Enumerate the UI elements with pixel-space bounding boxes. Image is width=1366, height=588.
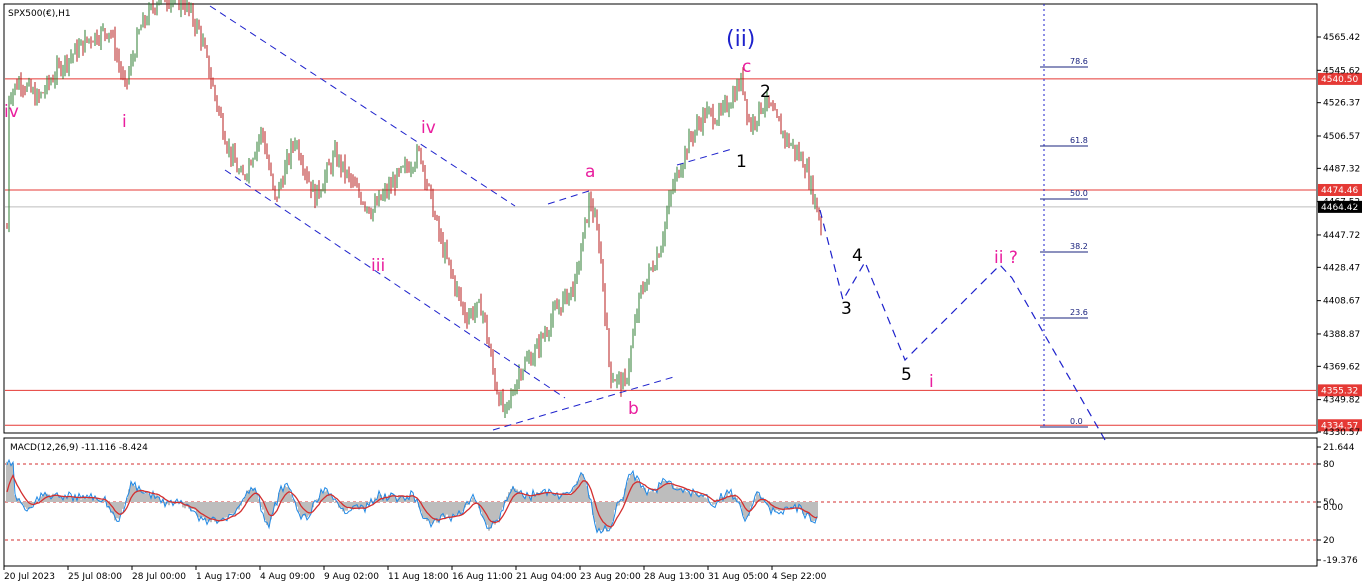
time-axis: 20 Jul 2023 25 Jul 08:00 28 Jul 00:00 1 Aug… (3, 566, 827, 582)
macd-y-tick-label: 20 (1323, 536, 1335, 546)
chart-title: SPX500(€),H1 (8, 9, 71, 19)
wave-label: ii ? (994, 248, 1018, 268)
price-pane-frame (3, 3, 1318, 434)
x-tick-label: 16 Aug 11:00 (452, 572, 513, 582)
y-tick-label: 4330.57 (1323, 428, 1360, 438)
macd-y-tick-label: 21.644 (1323, 443, 1355, 453)
y-tick-label: 4487.32 (1323, 164, 1360, 174)
wave-label: c (742, 57, 751, 77)
price-tag-label: 4474.46 (1321, 186, 1358, 196)
fib-level-label: 23.6 (1070, 308, 1088, 317)
fib-level-label: 0.0 (1070, 417, 1083, 426)
x-tick-label: 4 Sep 22:00 (772, 572, 827, 582)
fib-level-label: 50.0 (1070, 189, 1088, 198)
wave-label: 2 (760, 82, 771, 102)
y-tick-label: 4428.47 (1323, 263, 1360, 273)
macd-y-tick-label: -19.376 (1323, 556, 1358, 566)
x-tick-label: 20 Jul 2023 (4, 572, 55, 582)
x-tick-label: 23 Aug 20:00 (580, 572, 641, 582)
wave-label: iv (421, 118, 436, 138)
y-tick-label: 4388.87 (1323, 330, 1360, 340)
price-tag-label: 4540.50 (1321, 75, 1358, 85)
x-tick-label: 25 Jul 08:00 (68, 572, 122, 582)
y-tick-label: 4369.62 (1323, 362, 1360, 372)
wave-label: (ii) (726, 27, 755, 52)
x-tick-label: 9 Aug 02:00 (324, 572, 379, 582)
x-tick-label: 31 Aug 05:00 (708, 572, 769, 582)
macd-y-tick-label: 80 (1323, 460, 1335, 470)
macd-title: MACD(12,26,9) -11.116 -8.424 (10, 443, 148, 453)
wave-label: i (929, 372, 934, 392)
y-tick-label: 4447.72 (1323, 231, 1360, 241)
wave-label: iv (4, 102, 19, 122)
y-tick-label: 4565.42 (1323, 33, 1360, 43)
wave-label: b (628, 399, 639, 419)
wave-label: 3 (841, 299, 852, 319)
x-tick-label: 4 Aug 09:00 (260, 572, 315, 582)
x-tick-label: 11 Aug 18:00 (388, 572, 449, 582)
x-tick-label: 28 Aug 13:00 (644, 572, 705, 582)
fib-level-label: 38.2 (1070, 242, 1088, 251)
y-tick-label: 4467.52 (1323, 198, 1360, 208)
y-tick-label: 4526.37 (1323, 99, 1360, 109)
y-tick-label: 4408.67 (1323, 297, 1360, 307)
y-tick-label: 4506.57 (1323, 132, 1360, 142)
wave-label: 1 (736, 152, 747, 172)
chart-canvas: 4540.504474.464355.324334.574464.42 78.6… (3, 0, 1362, 582)
x-tick-label: 28 Jul 00:00 (132, 572, 186, 582)
wave-label: iii (371, 256, 385, 276)
wave-label: 5 (901, 365, 912, 385)
fib-level-label: 78.6 (1070, 57, 1088, 66)
y-tick-label: 4349.82 (1323, 396, 1360, 406)
wave-label: 4 (852, 246, 863, 266)
price-axis: 4565.42 4545.62 4526.37 4506.57 4487.32 4467.… (1317, 33, 1360, 438)
x-tick-label: 1 Aug 17:00 (196, 572, 251, 582)
wave-label: i (122, 112, 127, 132)
macd-y-tick-label: 0.00 (1323, 503, 1343, 513)
y-tick-label: 4545.62 (1323, 66, 1360, 76)
x-tick-label: 21 Aug 04:00 (516, 572, 577, 582)
fib-level-label: 61.8 (1070, 136, 1088, 145)
wave-label: a (585, 162, 595, 182)
